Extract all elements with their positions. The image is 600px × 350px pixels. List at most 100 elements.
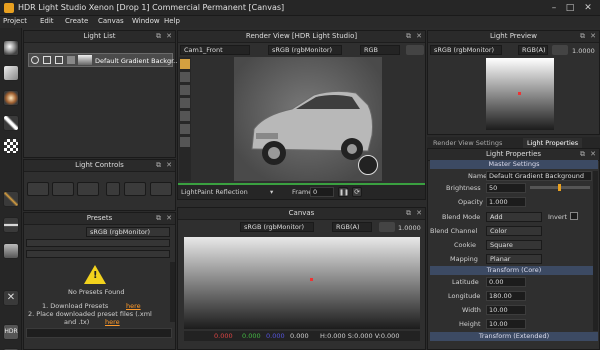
pause-icon[interactable]: ❚❚	[338, 187, 349, 197]
brightness-field[interactable]: 50	[486, 183, 526, 193]
preview-channel-select[interactable]: RGB(A)	[518, 45, 548, 55]
spot-light-icon[interactable]	[3, 90, 19, 106]
menu-create[interactable]: Create	[65, 17, 88, 25]
float-panel-icon[interactable]: ⧉	[156, 160, 161, 171]
light-paint-indicator-icon[interactable]	[358, 155, 378, 175]
close-panel-icon[interactable]: ✕	[166, 160, 172, 171]
frame-input[interactable]: 0	[310, 187, 334, 197]
select-tool-icon[interactable]	[180, 72, 190, 82]
blend-channel-select[interactable]: Color	[486, 226, 542, 236]
mode-dropdown-icon[interactable]: ▾	[270, 188, 273, 196]
lightpaint-mode-select[interactable]: LightPaint Reflection	[181, 188, 248, 196]
presets-scrollbar[interactable]	[170, 262, 175, 322]
width-field[interactable]: 10.00	[486, 305, 526, 315]
pan-tool-icon[interactable]	[180, 98, 190, 108]
menu-edit[interactable]: Edit	[40, 17, 54, 25]
minimize-button[interactable]: –	[548, 2, 560, 14]
blend-mode-select[interactable]: Add	[486, 212, 542, 222]
transform-extended-section[interactable]: Transform (Extended)	[430, 332, 598, 341]
move-tool-icon[interactable]	[180, 85, 190, 95]
close-panel-icon[interactable]: ✕	[166, 31, 172, 42]
presets-colorspace-select[interactable]: sRGB (rgbMonitor)	[86, 227, 170, 237]
latitude-field[interactable]: 0.00	[486, 277, 526, 287]
area-light-icon[interactable]	[3, 65, 19, 81]
float-panel-icon[interactable]: ⧉	[406, 31, 411, 42]
opacity-field[interactable]: 1.000	[486, 197, 526, 207]
orient-button[interactable]	[150, 182, 172, 196]
menu-window[interactable]: Window	[132, 17, 160, 25]
close-panel-icon[interactable]: ✕	[416, 208, 422, 219]
spread-button[interactable]	[124, 182, 146, 196]
sphere-light-icon[interactable]	[3, 40, 19, 56]
float-panel-icon[interactable]: ⧉	[156, 31, 161, 42]
float-panel-icon[interactable]: ⧉	[406, 208, 411, 219]
close-panel-icon[interactable]: ✕	[416, 31, 422, 42]
render-colorspace-select[interactable]: sRGB (rgbMonitor)	[268, 45, 342, 55]
delete-light-icon[interactable]: ✕	[3, 290, 19, 306]
height-field[interactable]: 10.00	[486, 319, 526, 329]
maximize-button[interactable]: □	[564, 2, 576, 14]
cookie-select[interactable]: Square	[486, 240, 542, 250]
presets-category-select[interactable]	[26, 239, 170, 247]
strip-light-icon[interactable]	[3, 115, 19, 131]
lock-icon[interactable]	[55, 56, 63, 64]
menu-canvas[interactable]: Canvas	[98, 17, 124, 25]
gradient-light-icon[interactable]	[3, 217, 19, 233]
brightness-slider[interactable]	[530, 184, 590, 191]
visibility-icon[interactable]	[31, 56, 39, 64]
light-controls-panel: Light Controls ⧉ ✕	[23, 159, 176, 211]
image-light-icon[interactable]	[3, 243, 19, 259]
solo-icon[interactable]	[43, 56, 51, 64]
canvas-light-marker[interactable]	[310, 278, 313, 281]
transform-core-section[interactable]: Transform (Core)	[430, 266, 598, 275]
title-bar: HDR Light Studio Xenon [Drop 1] Commerci…	[0, 0, 600, 16]
properties-scrollbar[interactable]	[593, 171, 598, 331]
paint-light-icon[interactable]	[3, 191, 19, 207]
tab-render-view-settings[interactable]: Render View Settings	[433, 139, 502, 147]
paint-tool-icon[interactable]	[180, 59, 190, 69]
light-list-header: Light List ⧉ ✕	[24, 31, 175, 43]
download-here-link[interactable]: here	[126, 302, 141, 310]
close-panel-icon[interactable]: ✕	[590, 149, 596, 160]
float-panel-icon[interactable]: ⧉	[156, 213, 161, 224]
rotate-button[interactable]	[77, 182, 99, 196]
checker-light-icon[interactable]	[3, 138, 19, 154]
light-list-item[interactable]: Default Gradient Backgr...	[28, 53, 179, 67]
canvas-viewport[interactable]	[184, 237, 420, 329]
move-horizontal-button[interactable]	[27, 182, 49, 196]
render-settings-icon[interactable]	[406, 45, 424, 55]
name-field[interactable]: Default Gradient Background	[486, 171, 592, 181]
zoom-tool-icon[interactable]	[180, 111, 190, 121]
place-here-link[interactable]: here	[105, 318, 120, 326]
brightness-slider-handle[interactable]	[558, 184, 561, 191]
invert-checkbox[interactable]	[570, 212, 578, 220]
render-viewport[interactable]	[234, 57, 382, 181]
menu-help[interactable]: Help	[164, 17, 180, 25]
canvas-channel-select[interactable]: RGB(A)	[332, 222, 372, 232]
presets-subcategory-select[interactable]	[26, 250, 170, 258]
flip-button[interactable]	[106, 182, 120, 196]
tab-light-properties[interactable]: Light Properties	[523, 138, 583, 148]
scale-button[interactable]	[52, 182, 74, 196]
float-panel-icon[interactable]: ⧉	[580, 31, 585, 42]
master-settings-section[interactable]: Master Settings	[430, 160, 598, 169]
close-button[interactable]: ✕	[582, 2, 594, 14]
presets-search-input[interactable]	[26, 328, 172, 338]
preview-colorspace-select[interactable]: sRGB (rgbMonitor)	[430, 45, 502, 55]
hdr-icon[interactable]: HDR	[3, 324, 19, 340]
fit-tool-icon[interactable]	[180, 124, 190, 134]
longitude-field[interactable]: 180.00	[486, 291, 526, 301]
camera-select[interactable]: Cam1_Front	[180, 45, 250, 55]
canvas-colorspace-select[interactable]: sRGB (rgbMonitor)	[240, 222, 314, 232]
preview-settings-icon[interactable]	[552, 45, 568, 55]
canvas-settings-icon[interactable]	[379, 222, 395, 232]
refresh-icon[interactable]: ⟳	[352, 187, 362, 197]
expand-tool-icon[interactable]	[180, 137, 190, 147]
app-logo-icon	[4, 3, 14, 13]
mapping-select[interactable]: Planar	[486, 254, 542, 264]
close-panel-icon[interactable]: ✕	[166, 213, 172, 224]
close-panel-icon[interactable]: ✕	[590, 31, 596, 42]
menu-project[interactable]: Project	[3, 17, 27, 25]
float-panel-icon[interactable]: ⧉	[580, 149, 585, 160]
render-channel-select[interactable]: RGB	[360, 45, 400, 55]
